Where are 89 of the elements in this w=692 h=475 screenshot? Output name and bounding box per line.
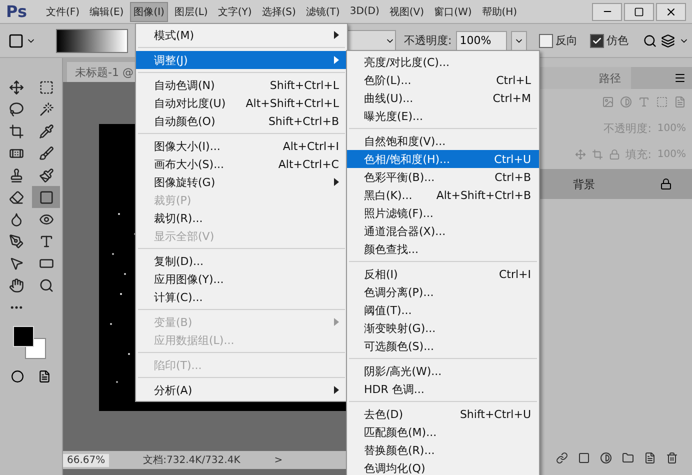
shortcut-label: Alt+Ctrl+C: [278, 158, 339, 170]
menu-item[interactable]: 阈值(T)...: [347, 301, 539, 319]
menu-item[interactable]: 颜色查找...: [347, 240, 539, 258]
shortcut-label: Ctrl+M: [492, 92, 531, 104]
menu-item[interactable]: 渐变映射(G)...: [347, 319, 539, 337]
menu-item[interactable]: 色调均化(Q): [347, 459, 539, 475]
app-logo: Ps: [6, 2, 28, 21]
link-icon[interactable]: [556, 452, 568, 464]
checkbox-label: 仿色: [606, 33, 629, 48]
shortcut-label: Ctrl+I: [498, 268, 531, 280]
close-button[interactable]: [656, 2, 686, 20]
shortcut-label: Shift+Ctrl+L: [270, 78, 339, 92]
menu-item[interactable]: 复制(D)...: [136, 252, 347, 270]
opacity-label: 不透明度:: [404, 33, 452, 48]
menu-item[interactable]: 色阶(L)... Ctrl+L: [347, 71, 539, 89]
checkbox[interactable]: [538, 34, 553, 48]
shortcut-label: Ctrl+L: [496, 74, 531, 86]
check-icon: [592, 36, 602, 46]
menu-item[interactable]: 曲线(U)... Ctrl+M: [347, 89, 539, 107]
checkbox[interactable]: [590, 34, 604, 48]
panel-tab[interactable]: 路径: [589, 67, 631, 89]
gradient-swatch[interactable]: [56, 28, 128, 52]
menu-item[interactable]: 曝光度(E)...: [347, 107, 539, 125]
menu-item[interactable]: 调整(J): [136, 51, 347, 69]
menu-item[interactable]: 应用图像(Y)...: [136, 270, 347, 288]
menu-item[interactable]: 照片滤镜(F)...: [347, 204, 539, 222]
menu-item[interactable]: 替换颜色(R)...: [347, 441, 539, 459]
menu-item[interactable]: 裁切(R)...: [136, 209, 347, 227]
menu-item[interactable]: 匹配颜色(M)...: [347, 423, 539, 441]
menu-item[interactable]: 反相(I) Ctrl+I: [347, 265, 539, 283]
menu-bar-item[interactable]: 视图(V): [385, 2, 428, 22]
shortcut-label: Shift+Ctrl+U: [460, 408, 531, 420]
menu-item[interactable]: 计算(C)...: [136, 288, 347, 306]
menu-icon[interactable]: [674, 72, 686, 84]
submenu-arrow-icon: [334, 31, 339, 39]
folder-icon[interactable]: [622, 452, 634, 464]
mask-icon[interactable]: [578, 452, 590, 464]
status-arrow[interactable]: >: [274, 454, 283, 466]
menu-item[interactable]: 黑白(K)... Alt+Shift+Ctrl+B: [347, 186, 539, 204]
menu-item[interactable]: 色相/饱和度(H)... Ctrl+U: [347, 150, 539, 168]
menu-bar-item[interactable]: 图像(I): [130, 2, 168, 22]
submenu-arrow-icon: [334, 318, 339, 326]
menu-bar-item[interactable]: 文字(Y): [214, 2, 256, 22]
shortcut-label: Alt+Shift+Ctrl+L: [246, 96, 339, 110]
submenu-arrow-icon: [334, 386, 339, 394]
shortcut-label: Shift+Ctrl+B: [268, 114, 339, 128]
opacity-field[interactable]: 100%: [456, 30, 507, 50]
menu-item[interactable]: 图像旋转(G): [136, 173, 347, 191]
menu-item[interactable]: 去色(D) Shift+Ctrl+U: [347, 405, 539, 423]
layer-row[interactable]: 背景: [539, 169, 692, 199]
checkbox-label: 反向: [556, 33, 578, 48]
menu-item[interactable]: 可选颜色(S)...: [347, 337, 539, 355]
menu-bar-item[interactable]: 选择(S): [258, 2, 300, 22]
maximize-button[interactable]: [624, 2, 654, 20]
submenu-arrow-icon: [334, 56, 339, 64]
menu-item[interactable]: 色彩平衡(B)... Ctrl+B: [347, 168, 539, 186]
trash-icon[interactable]: [666, 452, 678, 464]
document-info: 文档:732.4K/732.4K: [143, 454, 240, 467]
shortcut-label: Alt+Ctrl+I: [282, 140, 339, 152]
maximize-icon: [634, 6, 644, 16]
close-icon: [665, 6, 677, 18]
shortcut-label: Ctrl+U: [494, 152, 531, 166]
menu-bar-item[interactable]: 编辑(E): [86, 2, 128, 22]
menu-item[interactable]: 自动对比度(U) Alt+Shift+Ctrl+L: [136, 94, 347, 112]
menu-item[interactable]: 亮度/对比度(C)...: [347, 53, 539, 71]
menu-bar-item[interactable]: 帮助(H): [478, 2, 522, 22]
menu-bar-item[interactable]: 3D(D): [346, 2, 384, 22]
menu-item[interactable]: 色调分离(P)...: [347, 283, 539, 301]
menu-item[interactable]: 自动颜色(O) Shift+Ctrl+B: [136, 112, 347, 130]
menu-bar-item[interactable]: 图层(L): [170, 2, 212, 22]
adjustment-icon[interactable]: [600, 452, 612, 464]
menu-item[interactable]: 模式(M): [136, 26, 347, 44]
menu-bar-item[interactable]: 滤镜(T): [302, 2, 344, 22]
shortcut-label: Alt+Shift+Ctrl+B: [436, 188, 531, 202]
menu-item[interactable]: HDR 色调...: [347, 380, 539, 398]
new-layer-icon[interactable]: [644, 452, 656, 464]
layer-name: 背景: [573, 176, 595, 192]
menu-item[interactable]: 自然饱和度(V)...: [347, 132, 539, 150]
search-icon[interactable]: [642, 34, 657, 48]
menu-bar-item[interactable]: 文件(F): [42, 2, 84, 22]
shortcut-label: Ctrl+B: [494, 170, 531, 184]
menu-item[interactable]: 画布大小(S)... Alt+Ctrl+C: [136, 155, 347, 173]
menu-item[interactable]: 分析(A): [136, 381, 347, 399]
zoom-level[interactable]: 66.67%: [63, 454, 110, 466]
menu-item[interactable]: 通道混合器(X)...: [347, 222, 539, 240]
menu-item[interactable]: 图像大小(I)... Alt+Ctrl+I: [136, 137, 347, 155]
submenu-arrow-icon: [334, 178, 339, 186]
menu-item[interactable]: 阴影/高光(W)...: [347, 362, 539, 380]
menu-bar-item[interactable]: 窗口(W): [430, 2, 476, 22]
